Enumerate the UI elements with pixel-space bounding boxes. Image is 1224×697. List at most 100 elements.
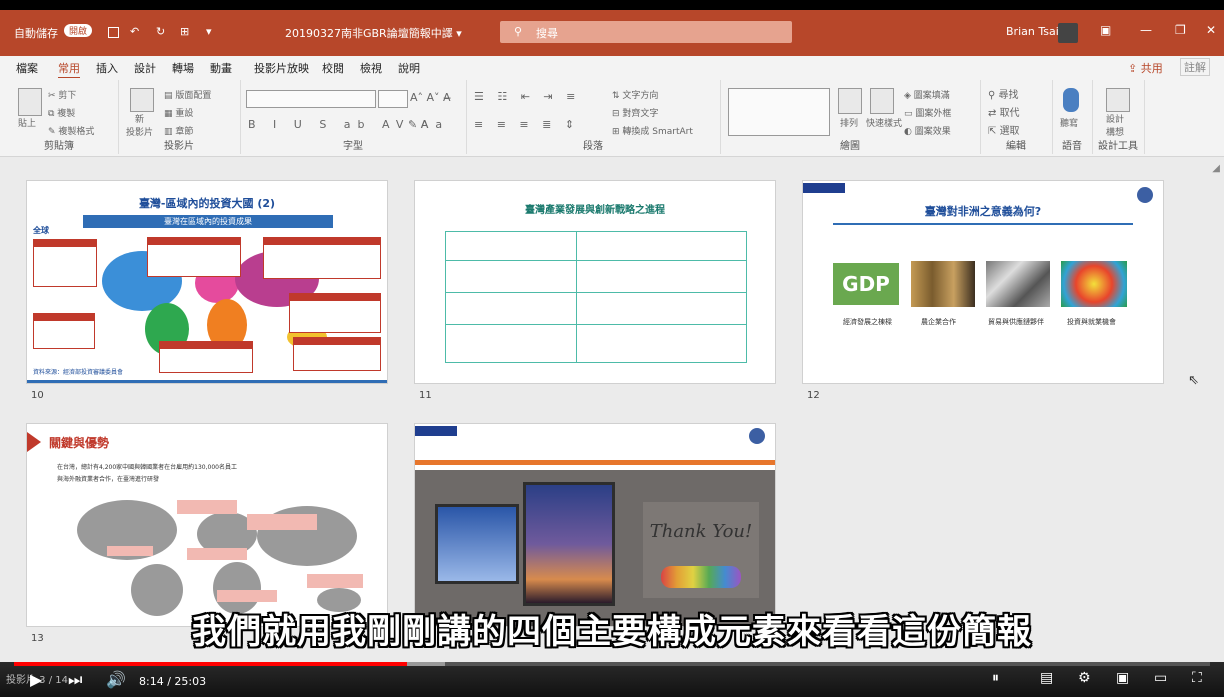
group-drawing: 排列 快速樣式 ◈ 圖案填滿 ▭ 圖案外框 ◐ 圖案效果 繪圖 <box>720 80 981 154</box>
user-name[interactable]: Brian Tsai <box>1006 25 1059 38</box>
smartart-button[interactable]: ⊞ 轉換成 SmartArt <box>612 124 693 137</box>
autosave-label: 自動儲存 <box>14 27 58 40</box>
tab-animations[interactable]: 動畫 <box>210 60 232 76</box>
format-painter-button[interactable]: ✎ 複製格式 <box>48 124 94 137</box>
slide-thumbnail-12[interactable]: 臺灣對非洲之意義為何? GDP 經濟發展之棟樑 農企業合作 貿易與供應鏈夥伴 投… <box>803 181 1163 383</box>
undo-icon[interactable]: ↶ <box>130 25 139 38</box>
ribbon-display-icon[interactable]: ▣ <box>1100 23 1111 37</box>
tab-help[interactable]: 說明 <box>398 60 420 76</box>
callout-box <box>33 313 95 349</box>
search-box[interactable]: ⚲ 搜尋 <box>500 21 792 43</box>
new-slide-icon[interactable] <box>130 88 154 112</box>
dictate-label[interactable]: 聽寫 <box>1060 116 1078 129</box>
text-direction-button[interactable]: ⇅ 文字方向 <box>612 88 658 101</box>
orange-stripe <box>415 460 775 465</box>
tab-view[interactable]: 檢視 <box>360 60 382 76</box>
font-family-select[interactable] <box>246 90 376 108</box>
next-icon[interactable]: ⏭ <box>68 670 82 690</box>
settings-gear-icon[interactable]: ⚙ <box>1078 670 1091 686</box>
scroll-up-icon[interactable]: ◢ <box>1212 163 1220 174</box>
group-voice: 聽寫 語音 <box>1052 80 1093 154</box>
restore-icon[interactable]: ❐ <box>1175 23 1186 37</box>
shape-outline-button[interactable]: ▭ 圖案外框 <box>904 106 951 119</box>
miniplayer-icon[interactable]: ▣ <box>1116 670 1129 686</box>
section-button[interactable]: ▥ 章節 <box>164 124 193 137</box>
quick-styles-icon[interactable] <box>870 88 894 114</box>
cut-button[interactable]: ✂ 剪下 <box>48 88 76 101</box>
investment-image <box>1061 261 1127 307</box>
present-icon[interactable]: ⊞ <box>180 25 189 38</box>
callout-box <box>33 239 97 287</box>
close-icon[interactable]: ✕ <box>1206 23 1216 37</box>
tab-transitions[interactable]: 轉場 <box>172 60 194 76</box>
slide-thumbnail-14[interactable]: Thank You! <box>415 424 775 626</box>
shape-fill-label: 圖案填滿 <box>913 91 950 101</box>
top-black-bar <box>0 0 1224 10</box>
arrange-icon[interactable] <box>838 88 862 114</box>
theater-mode-icon[interactable]: ▭ <box>1154 670 1167 686</box>
slide-13-title: 關鍵與優勢 <box>49 436 110 450</box>
tab-review[interactable]: 校閱 <box>322 60 344 76</box>
tab-home[interactable]: 常用 <box>58 60 80 79</box>
tab-file[interactable]: 檔案 <box>16 60 38 76</box>
shapes-gallery[interactable] <box>728 88 830 136</box>
slide-thumbnail-11[interactable]: 臺灣產業發展與創新戰略之進程 <box>415 181 775 383</box>
align-text-button[interactable]: ⊟ 對齊文字 <box>612 106 658 119</box>
alignment-buttons[interactable]: ≡ ≡ ≡ ≣ ⇕ <box>474 118 579 131</box>
section-label: 章節 <box>175 127 194 137</box>
title-bar: 自動儲存 開啟 ↶ ↻ ⊞ ▾ 20190327南非GBR論壇簡報中譯 ▾ ⚲ … <box>0 10 1224 56</box>
redo-icon[interactable]: ↻ <box>156 25 165 38</box>
font-size-select[interactable] <box>378 90 408 108</box>
copy-button[interactable]: ⧉ 複製 <box>48 106 75 119</box>
paste-label[interactable]: 貼上 <box>18 116 36 129</box>
shape-fill-button[interactable]: ◈ 圖案填滿 <box>904 88 950 101</box>
new-slide-label[interactable]: 新 投影片 <box>126 112 153 138</box>
autoplay-toggle-icon[interactable]: ⏸ <box>992 670 999 686</box>
org-logo <box>415 426 457 436</box>
find-button[interactable]: ⚲ 尋找 <box>988 86 1019 101</box>
avatar[interactable] <box>1058 23 1078 43</box>
select-button[interactable]: ⇱ 選取 <box>988 122 1020 137</box>
slide-thumbnail-13[interactable]: 關鍵與優勢 在台灣，總計有4,200家中國與韓國業者在台雇用約130,000名員… <box>27 424 387 626</box>
paste-icon[interactable] <box>18 88 42 116</box>
slide-10-banner: 臺灣在區域內的投資成果 <box>83 215 333 228</box>
cut-label: 剪下 <box>58 91 77 101</box>
slide-12-title: 臺灣對非洲之意義為何? <box>924 205 1042 218</box>
slide-10-global-label: 全球 <box>33 226 49 235</box>
slide-number-12: 12 <box>807 390 820 401</box>
shape-effect-button[interactable]: ◐ 圖案效果 <box>904 124 951 137</box>
subtitles-icon[interactable]: ▤ <box>1040 670 1053 686</box>
reset-button[interactable]: ▦ 重設 <box>164 106 193 119</box>
arrange-label[interactable]: 排列 <box>840 116 858 129</box>
customize-qat-icon[interactable]: ▾ <box>206 25 212 38</box>
comments-button[interactable]: 註解 <box>1180 58 1210 76</box>
microphone-icon[interactable] <box>1063 88 1079 112</box>
list-buttons[interactable]: ☰ ☷ ⇤ ⇥ ≡ <box>474 90 580 103</box>
group-editing: ⚲ 尋找 ⇄ 取代 ⇱ 選取 編輯 <box>980 80 1053 154</box>
tab-slideshow[interactable]: 投影片放映 <box>254 60 309 76</box>
gdp-image: GDP <box>833 263 899 305</box>
save-icon[interactable] <box>108 25 119 38</box>
slide-thumbnail-10[interactable]: 臺灣-區域內的投資大國 (2) 臺灣在區域內的投資成果 全球 資料來源：經濟部投… <box>27 181 387 383</box>
document-title[interactable]: 20190327南非GBR論壇簡報中譯 ▾ <box>285 25 462 41</box>
design-ideas-label[interactable]: 設計 構想 <box>1106 112 1124 138</box>
thank-you-text: Thank You! <box>649 521 753 542</box>
tab-insert[interactable]: 插入 <box>96 60 118 76</box>
font-grow-icon[interactable]: A˄ A˅ A̶ <box>410 91 451 104</box>
font-color-icon[interactable]: ✎ A <box>408 118 428 131</box>
autosave-toggle[interactable]: 開啟 <box>64 24 93 37</box>
play-icon[interactable]: ▶ <box>30 670 42 689</box>
quick-styles-label[interactable]: 快速樣式 <box>866 116 902 129</box>
fullscreen-icon[interactable]: ⛶ <box>1192 670 1202 686</box>
minimize-icon[interactable]: — <box>1140 23 1152 37</box>
replace-button[interactable]: ⇄ 取代 <box>988 104 1020 119</box>
volume-icon[interactable]: 🔊 <box>106 670 126 689</box>
layout-button[interactable]: ▤ 版面配置 <box>164 88 211 101</box>
tab-design[interactable]: 設計 <box>134 60 156 76</box>
progress-bar[interactable] <box>14 662 1210 666</box>
shape-effect-label: 圖案效果 <box>914 127 951 137</box>
red-arrow-icon <box>27 432 41 452</box>
group-paragraph: ☰ ☷ ⇤ ⇥ ≡ ⇅ 文字方向 ⊟ 對齊文字 ⊞ 轉換成 SmartArt ≡… <box>466 80 721 154</box>
design-ideas-icon[interactable] <box>1106 88 1130 112</box>
share-button[interactable]: ⇪ 共用 <box>1128 60 1163 76</box>
